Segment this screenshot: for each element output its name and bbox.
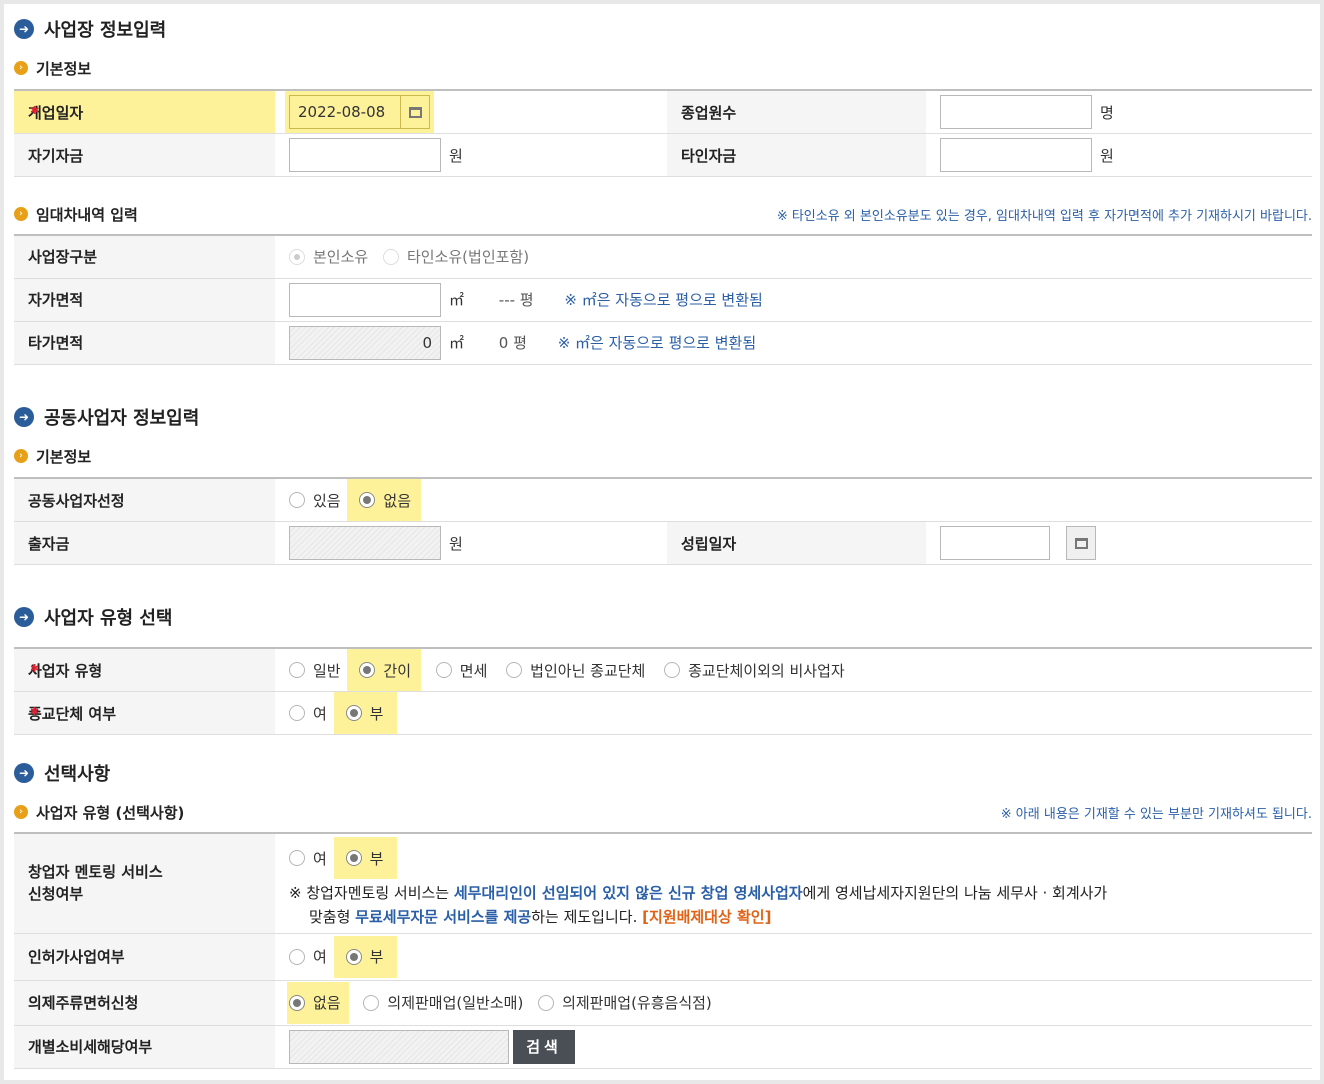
optional-note: ※ 아래 내용은 기재할 수 있는 부분만 기재하셔도 됩니다. — [1000, 806, 1312, 822]
liquor-entertainment-radio[interactable]: 의제판매업(유흥음식점) — [538, 986, 712, 1020]
section-optional: ➜ 선택사항 — [14, 758, 1312, 788]
mentoring-yes-radio[interactable]: 여 — [289, 841, 327, 875]
biz-type-religious-radio[interactable]: 법인아닌 종교단체 — [506, 653, 645, 687]
joint-yes-radio[interactable]: 있음 — [289, 483, 341, 517]
search-button[interactable]: 검색 — [513, 1029, 575, 1064]
subsection-title: 기본정보 — [36, 59, 92, 78]
employees-label: 종업원수 — [667, 90, 926, 134]
calendar-icon[interactable] — [1066, 526, 1096, 560]
joint-select-label: 공동사업자선정 — [14, 478, 275, 522]
license-yes-radio[interactable]: 여 — [289, 940, 327, 974]
mentoring-description: ※ 창업자멘토링 서비스는 세무대리인이 선임되어 있지 않은 신규 창업 영세… — [289, 884, 1108, 927]
required-star-icon: ✱ — [30, 662, 40, 675]
open-date-input[interactable]: 2022-08-08 — [289, 95, 401, 129]
religious-yes-radio[interactable]: 여 — [289, 696, 327, 730]
required-star-icon: ✱ — [30, 705, 40, 718]
other-area-input: 0 — [289, 325, 441, 360]
established-date-input[interactable] — [940, 526, 1050, 560]
mentoring-no-radio[interactable]: 부 — [333, 837, 398, 880]
chevron-circle-icon: › — [14, 61, 28, 75]
employees-input[interactable] — [940, 95, 1092, 129]
calendar-icon[interactable] — [400, 95, 430, 129]
open-date-label: ✱ 개업일자 — [14, 90, 275, 134]
section-business-info: ➜ 사업장 정보입력 — [14, 14, 1312, 44]
arrow-right-circle-icon: ➜ — [14, 19, 34, 39]
section-business-type: ➜ 사업자 유형 선택 — [14, 602, 1312, 632]
biz-type-nonbiz-radio[interactable]: 종교단체이외의 비사업자 — [664, 653, 845, 687]
subsection-title: 사업자 유형 (선택사항) — [36, 803, 185, 822]
own-area-input[interactable] — [289, 282, 441, 317]
religious-label: ✱ 종교단체 여부 — [14, 691, 275, 735]
biz-type-exempt-radio[interactable]: 면세 — [435, 653, 487, 687]
site-type-other-radio[interactable]: 타인소유(법인포함) — [382, 240, 529, 274]
area-note: ※ ㎡은 자동으로 평으로 변환됨 — [557, 334, 757, 352]
own-capital-input[interactable] — [289, 138, 441, 172]
required-star-icon: ✱ — [30, 104, 40, 117]
investment-input — [289, 526, 441, 560]
section-title: 공동사업자 정보입력 — [44, 408, 200, 429]
mentoring-label: 창업자 멘토링 서비스 신청여부 — [14, 833, 275, 934]
license-label: 인허가사업여부 — [14, 933, 275, 981]
site-type-label: 사업장구분 — [14, 235, 275, 279]
other-area-pyeong: 0 평 — [498, 334, 527, 352]
excise-input — [289, 1029, 509, 1064]
own-area-pyeong: --- 평 — [498, 291, 534, 309]
exclusion-check-link[interactable]: [지원배제대상 확인] — [642, 908, 771, 926]
liquor-none-radio[interactable]: 없음 — [287, 981, 349, 1024]
subsection-title: 기본정보 — [36, 447, 92, 466]
religious-no-radio[interactable]: 부 — [333, 692, 398, 734]
biz-type-general-radio[interactable]: 일반 — [289, 653, 341, 687]
joint-table: 공동사업자선정 있음 없음 출자금 원 성립일자 — [14, 477, 1312, 565]
area-note: ※ ㎡은 자동으로 평으로 변환됨 — [564, 291, 763, 309]
chevron-circle-icon: › — [14, 805, 28, 819]
biz-type-simple-radio[interactable]: 간이 — [347, 649, 421, 691]
joint-no-radio[interactable]: 없음 — [347, 479, 421, 521]
own-area-label: 자가면적 — [14, 278, 275, 322]
liquor-label: 의제주류면허신청 — [14, 980, 275, 1026]
liquor-retail-radio[interactable]: 의제판매업(일반소매) — [363, 986, 523, 1020]
optional-table: 창업자 멘토링 서비스 신청여부 여 부 ※ 창업자멘토링 서비스는 세무대리인이… — [14, 832, 1312, 1069]
section-title: 사업자 유형 선택 — [44, 608, 173, 629]
lease-title: 임대차내역 입력 — [36, 205, 138, 224]
chevron-circle-icon: › — [14, 207, 28, 221]
other-capital-label: 타인자금 — [667, 133, 926, 177]
own-capital-label: 자기자금 — [14, 133, 275, 177]
investment-label: 출자금 — [14, 521, 275, 565]
section-joint-business: ➜ 공동사업자 정보입력 — [14, 402, 1312, 432]
site-type-own-radio[interactable]: 본인소유 — [289, 240, 368, 274]
section-title: 사업장 정보입력 — [44, 20, 167, 41]
other-area-label: 타가면적 — [14, 321, 275, 365]
lease-table: 사업장구분 본인소유 타인소유(법인포함) 자가면적 ㎡ --- 평 ※ ㎡은 … — [14, 234, 1312, 365]
lease-note: ※ 타인소유 외 본인소유분도 있는 경우, 임대차내역 입력 후 자가면적에 … — [776, 208, 1312, 224]
established-label: 성립일자 — [667, 521, 926, 565]
business-registration-form: ➜ 사업장 정보입력 › 기본정보 ✱ 개업일자 2022-08-08 종업원수 명 … — [4, 4, 1320, 1080]
business-type-table: ✱ 사업자 유형 일반 간이 면세 법인아닌 종교단체 종교단체이외의 비사업자 … — [14, 647, 1312, 735]
section-title: 선택사항 — [44, 764, 111, 785]
excise-label: 개별소비세해당여부 — [14, 1025, 275, 1069]
other-capital-input[interactable] — [940, 138, 1092, 172]
arrow-right-circle-icon: ➜ — [14, 763, 34, 783]
arrow-right-circle-icon: ➜ — [14, 607, 34, 627]
arrow-right-circle-icon: ➜ — [14, 407, 34, 427]
biz-type-label: ✱ 사업자 유형 — [14, 648, 275, 692]
chevron-circle-icon: › — [14, 449, 28, 463]
license-no-radio[interactable]: 부 — [333, 935, 398, 978]
basic-info-table: ✱ 개업일자 2022-08-08 종업원수 명 자기자금 원 타인자금 원 — [14, 89, 1312, 177]
